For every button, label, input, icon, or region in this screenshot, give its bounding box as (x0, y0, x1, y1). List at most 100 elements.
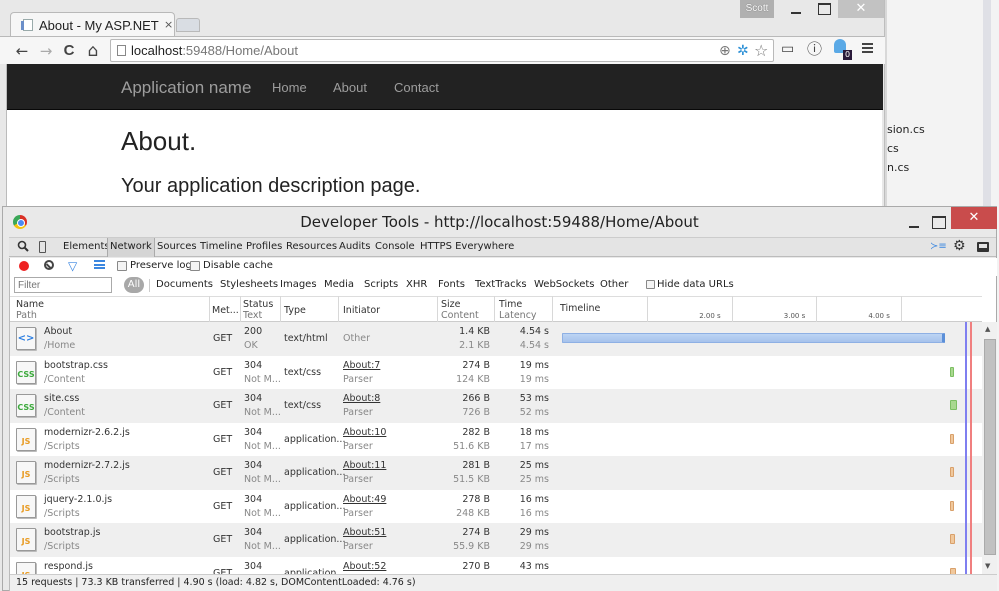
url-text[interactable]: localhost:59488/Home/About (131, 43, 298, 58)
filter-type-scripts[interactable]: Scripts (364, 279, 398, 290)
request-initiator-link[interactable]: About:10 (343, 427, 386, 438)
network-extension-icon[interactable]: ✲ (737, 42, 749, 60)
filter-input[interactable] (14, 277, 112, 293)
waterfall-bar[interactable] (950, 534, 955, 544)
tab-resources[interactable]: Resources (286, 241, 337, 252)
cast-icon[interactable]: ▭ (781, 40, 794, 58)
tab-network[interactable]: Network (107, 238, 155, 257)
scroll-up-arrow-icon[interactable]: ▲ (985, 325, 990, 333)
chrome-menu-icon[interactable] (862, 43, 873, 53)
home-button[interactable]: ⌂ (83, 41, 103, 61)
reload-button[interactable]: C (59, 41, 79, 61)
request-row[interactable]: JS modernizr-2.6.2.js/Scripts GET 304 Not M.… (10, 422, 982, 456)
scroll-down-arrow-icon[interactable]: ▼ (985, 562, 990, 570)
browser-tab[interactable]: About - My ASP.NET × (10, 12, 175, 37)
request-row[interactable]: JS bootstrap.js/Scripts GET 304 Not M... appl… (10, 523, 982, 557)
page-favicon-icon (21, 19, 33, 31)
disable-cache-checkbox[interactable] (190, 261, 200, 271)
back-button[interactable]: ← (12, 41, 32, 61)
record-button-icon[interactable] (19, 261, 29, 271)
request-initiator-link[interactable]: About:51 (343, 527, 386, 538)
filter-type-media[interactable]: Media (324, 279, 354, 290)
filter-type-xhr[interactable]: XHR (406, 279, 427, 290)
filter-type-texttracks[interactable]: TextTracks (475, 279, 527, 290)
site-brand-link[interactable]: Application name (121, 78, 251, 98)
devtools-maximize-button[interactable] (927, 212, 951, 232)
column-size[interactable]: Size Content (441, 299, 479, 321)
filter-type-documents[interactable]: Documents (156, 279, 213, 290)
filter-type-fonts[interactable]: Fonts (438, 279, 465, 290)
request-initiator-link[interactable]: About:7 (343, 360, 380, 371)
tab-profiles[interactable]: Profiles (246, 241, 282, 252)
column-type[interactable]: Type (284, 305, 306, 316)
maximize-button[interactable] (810, 0, 838, 18)
tab-timeline[interactable]: Timeline (200, 241, 243, 252)
background-file[interactable]: sion.cs (887, 123, 925, 136)
column-time[interactable]: Time Latency (499, 299, 537, 321)
request-initiator-link[interactable]: About:8 (343, 393, 380, 404)
request-initiator-link[interactable]: About:52 (343, 561, 386, 572)
nav-link-home[interactable]: Home (272, 80, 307, 95)
column-timeline[interactable]: Timeline (560, 303, 600, 314)
filter-all-button[interactable]: All (124, 277, 144, 293)
nav-link-about[interactable]: About (333, 80, 367, 95)
close-window-button[interactable]: ✕ (838, 0, 884, 18)
request-row[interactable]: CSS bootstrap.css/Content GET 304 Not M... te… (10, 355, 982, 389)
nav-link-contact[interactable]: Contact (394, 80, 439, 95)
device-mode-icon[interactable] (39, 241, 46, 253)
scroll-thumb[interactable] (984, 339, 996, 555)
request-row[interactable]: CSS site.css/Content GET 304 Not M... text/cs… (10, 389, 982, 423)
devtools-minimize-button[interactable] (901, 212, 927, 232)
request-row[interactable]: JSrespond.js/ScriptsGET304Not M...applic… (10, 556, 982, 574)
preserve-log-checkbox[interactable] (117, 261, 127, 271)
tab-audits[interactable]: Audits (339, 241, 370, 252)
hide-data-urls-checkbox[interactable] (646, 280, 655, 289)
column-name[interactable]: Name Path (16, 299, 44, 321)
tab-sources[interactable]: Sources (157, 241, 197, 252)
devtools-close-button[interactable]: ✕ (951, 207, 997, 229)
waterfall-bar[interactable] (950, 400, 957, 410)
minimize-button[interactable] (782, 0, 810, 18)
dock-side-icon[interactable] (977, 242, 989, 252)
info-extension-icon[interactable]: ⓘ (807, 40, 822, 58)
inspect-search-icon[interactable] (17, 240, 29, 255)
grid-scrollbar[interactable]: ▲ ▼ (982, 322, 997, 574)
filter-type-websockets[interactable]: WebSockets (534, 279, 594, 290)
background-file[interactable]: n.cs (887, 161, 909, 174)
filter-type-other[interactable]: Other (600, 279, 628, 290)
new-tab-button[interactable] (176, 18, 200, 32)
large-rows-icon[interactable] (94, 260, 105, 269)
request-row[interactable]: JS modernizr-2.7.2.js/Scripts GET 304 Not M.… (10, 456, 982, 490)
tab-console[interactable]: Console (375, 241, 415, 252)
waterfall-bar[interactable] (562, 333, 946, 343)
settings-gear-icon[interactable]: ⚙ (953, 238, 966, 254)
request-initiator-link[interactable]: About:49 (343, 494, 386, 505)
request-initiator-type: Parser (343, 440, 373, 452)
waterfall-bar[interactable] (950, 500, 954, 511)
waterfall-bar[interactable] (950, 366, 954, 377)
waterfall-bar[interactable] (950, 467, 955, 477)
request-row[interactable]: <> About/Home GET 200 OK text/html Other 1.4 KB… (10, 322, 982, 356)
address-bar[interactable]: localhost:59488/Home/About ⊕ ✲ ☆ (110, 39, 774, 62)
filter-type-images[interactable]: Images (280, 279, 317, 290)
column-status[interactable]: Status Text (243, 299, 273, 321)
show-drawer-icon[interactable]: ≻≡ (930, 241, 947, 252)
column-method[interactable]: Met... (212, 305, 239, 316)
forward-button[interactable]: → (36, 41, 56, 61)
clear-icon[interactable] (44, 260, 54, 270)
request-row[interactable]: JS jquery-2.1.0.js/Scripts GET 304 Not M... a… (10, 489, 982, 523)
filter-icon[interactable]: ▽ (68, 259, 77, 273)
column-initiator[interactable]: Initiator (343, 305, 380, 316)
filter-type-stylesheets[interactable]: Stylesheets (220, 279, 278, 290)
background-file[interactable]: cs (887, 142, 899, 155)
request-initiator-link[interactable]: About:11 (343, 460, 386, 471)
tab-elements[interactable]: Elements (63, 241, 110, 252)
page-info-icon[interactable] (117, 45, 126, 56)
tab-https-everywhere[interactable]: HTTPS Everywhere (420, 241, 514, 252)
tab-close-icon[interactable]: × (164, 18, 173, 31)
zoom-icon[interactable]: ⊕ (719, 42, 731, 60)
request-path: /Scripts (44, 440, 80, 452)
waterfall-bar[interactable] (950, 433, 954, 444)
profile-button[interactable]: Scott (740, 0, 774, 18)
bookmark-star-icon[interactable]: ☆ (754, 42, 768, 60)
